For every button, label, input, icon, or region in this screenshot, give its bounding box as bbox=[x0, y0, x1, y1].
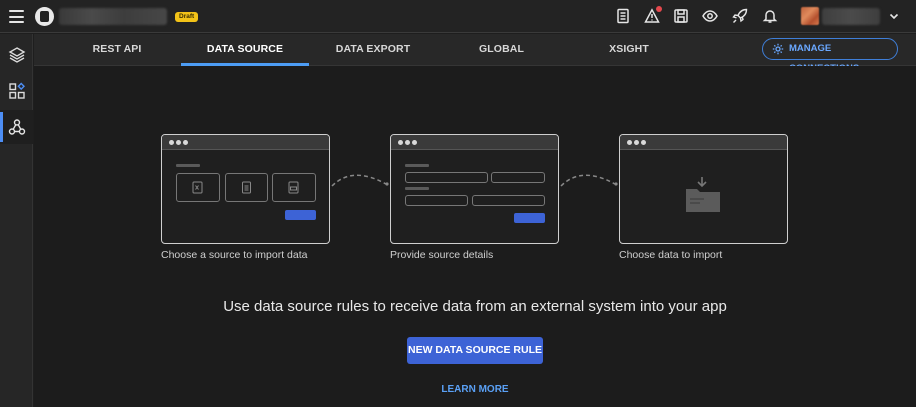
preview-eye-icon[interactable] bbox=[701, 7, 719, 25]
publish-rocket-icon[interactable] bbox=[731, 7, 749, 25]
window-titlebar bbox=[391, 135, 558, 150]
csv-file-icon bbox=[272, 173, 316, 202]
step-caption: Choose a source to import data bbox=[161, 249, 308, 261]
empty-state-headline: Use data source rules to receive data fr… bbox=[223, 298, 727, 315]
rail-item-layers[interactable] bbox=[0, 38, 33, 72]
dashed-connector bbox=[560, 174, 618, 187]
app-name-redacted bbox=[59, 8, 167, 25]
learn-more-link[interactable]: LEARN MORE bbox=[34, 384, 916, 395]
rail-item-widgets[interactable] bbox=[0, 74, 33, 108]
dashed-connector bbox=[331, 174, 389, 187]
tab-rest-api[interactable]: REST API bbox=[82, 34, 152, 66]
illustration-button bbox=[514, 213, 545, 223]
tab-data-source[interactable]: DATA SOURCE bbox=[181, 34, 309, 66]
step-illustration-details bbox=[390, 134, 559, 244]
document-file-icon bbox=[225, 173, 268, 202]
draft-badge: Draft bbox=[175, 12, 199, 22]
warning-icon[interactable] bbox=[643, 6, 662, 25]
avatar[interactable] bbox=[801, 7, 819, 25]
step-caption: Provide source details bbox=[390, 249, 494, 261]
layers-icon bbox=[8, 47, 25, 63]
user-name-redacted[interactable] bbox=[822, 8, 880, 25]
tab-bar: REST API DATA SOURCE DATA EXPORT GLOBAL … bbox=[34, 34, 916, 85]
left-rail bbox=[0, 34, 33, 407]
placeholder-line bbox=[405, 164, 429, 167]
app-logo[interactable] bbox=[35, 7, 54, 26]
notification-bell-icon[interactable] bbox=[761, 7, 779, 25]
tab-xsight-topics[interactable]: XSIGHT TOPICS bbox=[588, 34, 670, 85]
placeholder-field bbox=[405, 195, 468, 206]
placeholder-line bbox=[405, 187, 429, 190]
chevron-down-icon[interactable] bbox=[888, 10, 900, 22]
illustration-button bbox=[285, 210, 316, 220]
step-illustration-source bbox=[161, 134, 330, 244]
tab-global-variables[interactable]: GLOBAL VARIABLES bbox=[449, 34, 554, 85]
main-content: Choose a source to import data Provide s… bbox=[34, 66, 916, 407]
top-bar: Draft bbox=[0, 0, 916, 33]
new-data-source-rule-button[interactable]: NEW DATA SOURCE RULE bbox=[407, 337, 543, 364]
placeholder-line bbox=[176, 164, 200, 167]
placeholder-field bbox=[491, 172, 545, 183]
integrations-icon bbox=[8, 119, 25, 135]
excel-file-icon bbox=[176, 173, 220, 202]
folder-download-icon bbox=[686, 177, 720, 212]
rail-item-integrations[interactable] bbox=[0, 110, 33, 144]
step-illustration-import bbox=[619, 134, 788, 244]
manage-connections-button[interactable]: MANAGE CONNECTIONS bbox=[762, 38, 898, 74]
step-caption: Choose data to import bbox=[619, 249, 723, 261]
widgets-icon bbox=[8, 82, 25, 99]
hamburger-menu-icon[interactable] bbox=[9, 10, 24, 23]
window-titlebar bbox=[162, 135, 329, 150]
tab-data-export[interactable]: DATA EXPORT bbox=[334, 34, 412, 66]
document-icon[interactable] bbox=[614, 7, 632, 25]
save-icon[interactable] bbox=[672, 7, 690, 25]
alert-indicator bbox=[656, 6, 662, 12]
placeholder-field bbox=[472, 195, 545, 206]
gear-icon bbox=[772, 43, 784, 55]
placeholder-field bbox=[405, 172, 488, 183]
window-titlebar bbox=[620, 135, 787, 150]
